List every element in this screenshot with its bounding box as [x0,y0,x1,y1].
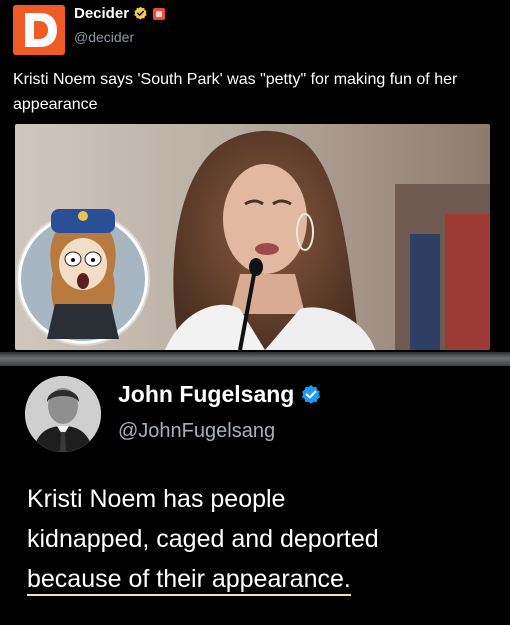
org-badge-icon [153,7,166,20]
tweet-text: Kristi Noem has people kidnapped, caged … [27,479,497,599]
tweet-text-line-highlighted: because of their appearance. [27,559,497,599]
avatar[interactable] [25,376,101,452]
verified-badge-icon [133,6,148,21]
author-name[interactable]: Decider [74,5,166,22]
author-handle[interactable]: @decider [74,29,134,45]
image-divider [0,352,510,366]
author-name-text[interactable]: Decider [74,5,129,22]
tweet-media-image[interactable] [15,124,490,350]
decider-logo-icon[interactable] [13,5,65,55]
verified-badge-icon [300,384,322,406]
tweet-text-line: kidnapped, caged and deported [27,525,379,553]
decider-tweet: Decider @decider Kristi Noem says 'South… [0,0,510,352]
tweet-text: Kristi Noem says 'South Park' was "petty… [13,71,458,113]
tweet-text-line: Kristi Noem has people [27,485,286,513]
author-handle[interactable]: @JohnFugelsang [118,420,275,443]
highlighted-text: because of their appearance. [27,565,351,596]
author-name[interactable]: John Fugelsang [118,381,322,408]
author-name-text[interactable]: John Fugelsang [118,381,294,408]
fugelsang-tweet: John Fugelsang @JohnFugelsang Kristi Noe… [0,366,510,625]
